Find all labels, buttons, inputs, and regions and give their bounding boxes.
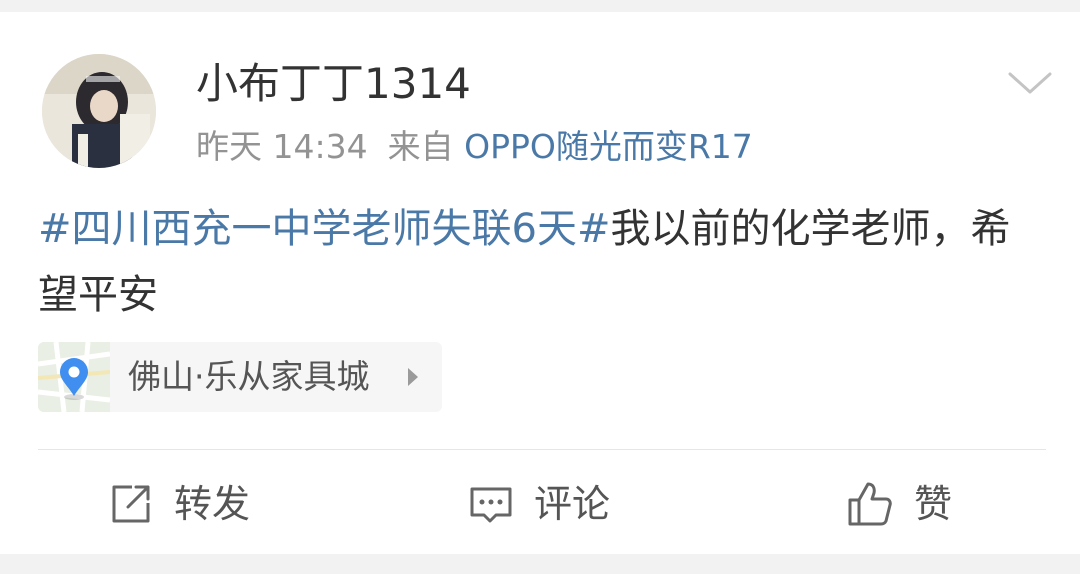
map-pin-icon (38, 342, 110, 412)
post-card: 小布丁丁1314 昨天 14:34 来自 OPPO随光而变R17 #四川西充一中学… (0, 12, 1080, 554)
comment-bubble-icon (470, 487, 512, 523)
comment-button[interactable]: 评论 (468, 474, 610, 534)
post-menu-button[interactable] (1006, 66, 1054, 102)
like-button[interactable]: 赞 (846, 474, 952, 534)
location-name: 佛山·乐从家具城 (128, 357, 370, 396)
post-time: 昨天 14:34 (196, 127, 368, 166)
chevron-down-icon (1008, 72, 1052, 94)
location-chip[interactable]: 佛山·乐从家具城 (38, 342, 442, 412)
avatar-image (42, 54, 156, 168)
forward-label: 转发 (174, 482, 251, 526)
thumbs-up-icon (848, 482, 892, 526)
forward-button[interactable]: 转发 (108, 474, 250, 534)
post-text: #四川西充一中学老师失联6天#我以前的化学老师，希望平安 (38, 196, 1028, 328)
chevron-right-icon (408, 368, 418, 386)
post-meta: 昨天 14:34 来自 OPPO随光而变R17 (196, 126, 753, 168)
source-prefix: 来自 (387, 127, 454, 166)
source-device[interactable]: OPPO随光而变R17 (464, 127, 753, 166)
share-box-icon (112, 485, 150, 523)
avatar[interactable] (42, 54, 156, 168)
comment-label: 评论 (534, 482, 611, 526)
username[interactable]: 小布丁丁1314 (196, 60, 471, 108)
divider (38, 449, 1046, 450)
like-label: 赞 (914, 482, 953, 526)
topic-link[interactable]: #四川西充一中学老师失联6天# (38, 206, 610, 252)
